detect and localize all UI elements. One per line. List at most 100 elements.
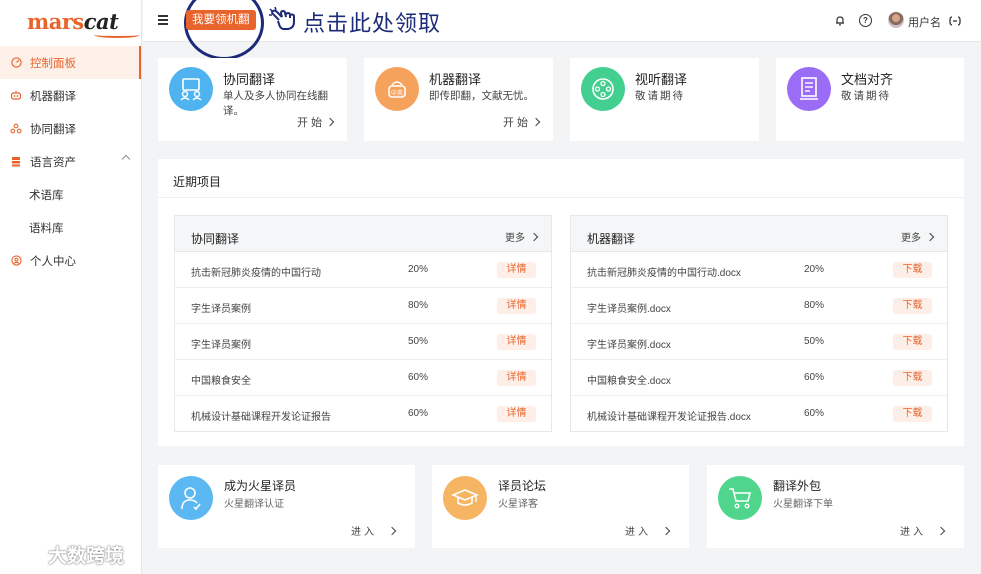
sidebar-item-personal-center[interactable]: 个人中心 bbox=[0, 244, 141, 277]
card-title: 机器翻译 bbox=[429, 72, 482, 87]
recent-projects-title: 近期项目 bbox=[173, 175, 222, 189]
project-progress: 20% bbox=[804, 264, 825, 275]
sidebar-item-dashboard[interactable]: 控制面板 bbox=[0, 46, 141, 79]
table-header: 机器翻译 更多 bbox=[571, 216, 947, 252]
card-title: 协同翻译 bbox=[223, 72, 276, 87]
download-button[interactable]: 下载 bbox=[893, 370, 932, 386]
sidebar-item-language-assets[interactable]: 语言资产 bbox=[0, 145, 141, 178]
logout-icon[interactable] bbox=[948, 14, 961, 27]
card-become-translator[interactable]: 成为火星译员 火星翻译认证 进入 bbox=[158, 465, 415, 548]
download-button[interactable]: 下载 bbox=[893, 298, 932, 314]
enter-link[interactable]: 进入 bbox=[900, 523, 946, 538]
promo-text: 点击此处领取 bbox=[303, 12, 442, 37]
card-desc: 敬请期待 bbox=[841, 90, 891, 102]
project-progress: 80% bbox=[408, 300, 429, 311]
chevron-right-icon bbox=[936, 526, 946, 535]
table-title: 机器翻译 bbox=[587, 232, 636, 246]
card-desc: 敬请期待 bbox=[635, 90, 685, 102]
sidebar-item-label: 个人中心 bbox=[30, 255, 76, 268]
chevron-right-icon bbox=[387, 526, 397, 535]
username[interactable]: 用户名 bbox=[908, 14, 941, 30]
card-translator-forum[interactable]: 译员论坛 火星译客 进入 bbox=[432, 465, 689, 548]
project-progress: 50% bbox=[804, 336, 825, 347]
card-machine-translate[interactable]: 中英 机器翻译 即传即翻，文献无忧。 开始 bbox=[364, 58, 553, 141]
sidebar-item-label: 协同翻译 bbox=[30, 123, 76, 136]
team-icon bbox=[10, 123, 22, 135]
sidebar-item-label: 控制面板 bbox=[30, 57, 76, 70]
machine-projects-table: 机器翻译 更多 抗击新冠肺炎疫情的中国行动.docx 20% 下载 字生译员案例.d… bbox=[570, 215, 948, 432]
avatar[interactable] bbox=[888, 12, 904, 28]
card-audiovisual-translate[interactable]: 视听翻译 敬请期待 bbox=[570, 58, 759, 141]
recent-projects-panel: 近期项目 协同翻译 更多 抗击新冠肺炎疫情的中国行动 20% 详情 字生译员案例 80… bbox=[158, 159, 964, 446]
card-title: 翻译外包 bbox=[773, 479, 822, 493]
film-reel-icon bbox=[581, 67, 625, 111]
menu-toggle-icon[interactable] bbox=[158, 15, 168, 25]
project-progress: 60% bbox=[408, 408, 429, 419]
table-row: 抗击新冠肺炎疫情的中国行动 20% 详情 bbox=[175, 252, 551, 288]
enter-link[interactable]: 进入 bbox=[351, 523, 397, 538]
card-translation-outsource[interactable]: 翻译外包 火星翻译下单 进入 bbox=[707, 465, 964, 548]
project-name: 抗击新冠肺炎疫情的中国行动 bbox=[191, 268, 321, 279]
sidebar-item-corpus[interactable]: 语料库 bbox=[0, 211, 141, 244]
chevron-right-icon bbox=[925, 232, 935, 241]
card-title: 文档对齐 bbox=[841, 72, 894, 87]
sidebar-item-collab-translate[interactable]: 协同翻译 bbox=[0, 112, 141, 145]
more-link[interactable]: 更多 bbox=[505, 229, 539, 244]
pointing-hand-icon bbox=[269, 6, 295, 30]
details-button[interactable]: 详情 bbox=[497, 262, 536, 278]
logo-text-mars: mars bbox=[27, 8, 84, 34]
details-button[interactable]: 详情 bbox=[497, 370, 536, 386]
watermark-text: 大数跨境 bbox=[48, 545, 125, 567]
sidebar-item-machine-translate[interactable]: 机器翻译 bbox=[0, 79, 141, 112]
watermark: 大数跨境 bbox=[8, 541, 124, 567]
project-name: 字生译员案例 bbox=[191, 304, 251, 315]
start-link[interactable]: 开始 bbox=[297, 114, 335, 130]
details-button[interactable]: 详情 bbox=[497, 406, 536, 422]
chevron-right-icon bbox=[661, 526, 671, 535]
card-document-align[interactable]: 文档对齐 敬请期待 bbox=[776, 58, 964, 141]
download-button[interactable]: 下载 bbox=[893, 406, 932, 422]
project-name: 字生译员案例.docx bbox=[587, 304, 671, 315]
chevron-up-icon bbox=[121, 154, 131, 164]
bell-icon[interactable] bbox=[833, 14, 846, 27]
details-button[interactable]: 详情 bbox=[497, 298, 536, 314]
top-header: 我要领机翻 点击此处领取 ? 用户名 bbox=[143, 0, 981, 60]
logo[interactable]: mars cat bbox=[0, 0, 141, 42]
sidebar-item-termbase[interactable]: 术语库 bbox=[0, 178, 141, 211]
sidebar-item-label: 语言资产 bbox=[30, 156, 76, 169]
download-button[interactable]: 下载 bbox=[893, 334, 932, 350]
start-link[interactable]: 开始 bbox=[503, 114, 541, 130]
card-collab-translate[interactable]: 协同翻译 单人及多人协同在线翻译。 开始 bbox=[158, 58, 347, 141]
enter-link[interactable]: 进入 bbox=[625, 523, 671, 538]
details-button[interactable]: 详情 bbox=[497, 334, 536, 350]
project-name: 字生译员案例.docx bbox=[587, 340, 671, 351]
sidebar-item-label: 术语库 bbox=[29, 189, 64, 202]
download-button[interactable]: 下载 bbox=[893, 262, 932, 278]
table-header: 协同翻译 更多 bbox=[175, 216, 551, 252]
chevron-right-icon bbox=[529, 232, 539, 241]
chevron-right-icon bbox=[325, 117, 335, 127]
table-row: 字生译员案例.docx 80% 下载 bbox=[571, 288, 947, 324]
divider bbox=[158, 197, 964, 198]
sidebar-item-label: 机器翻译 bbox=[30, 90, 76, 103]
more-link[interactable]: 更多 bbox=[901, 229, 935, 244]
project-progress: 60% bbox=[408, 372, 429, 383]
project-progress: 50% bbox=[408, 336, 429, 347]
table-row: 机械设计基础课程开发论证报告 60% 详情 bbox=[175, 396, 551, 432]
card-desc: 即传即翻，文献无忧。 bbox=[429, 90, 534, 102]
card-title: 译员论坛 bbox=[498, 479, 547, 493]
project-name: 机械设计基础课程开发论证报告.docx bbox=[587, 412, 751, 423]
project-name: 中国粮食安全.docx bbox=[587, 376, 671, 387]
sidebar-item-label: 语料库 bbox=[29, 222, 64, 235]
table-title: 协同翻译 bbox=[191, 232, 240, 246]
project-name: 中国粮食安全 bbox=[191, 376, 251, 387]
table-row: 抗击新冠肺炎疫情的中国行动.docx 20% 下载 bbox=[571, 252, 947, 288]
card-title: 成为火星译员 bbox=[224, 479, 297, 493]
claim-machine-translate-button[interactable]: 我要领机翻 bbox=[186, 10, 256, 30]
table-row: 中国粮食安全 60% 详情 bbox=[175, 360, 551, 396]
card-title: 视听翻译 bbox=[635, 72, 688, 87]
help-icon[interactable]: ? bbox=[859, 14, 872, 27]
watermark-logo-icon bbox=[8, 545, 42, 563]
table-row: 中国粮食安全.docx 60% 下载 bbox=[571, 360, 947, 396]
project-progress: 20% bbox=[408, 264, 429, 275]
